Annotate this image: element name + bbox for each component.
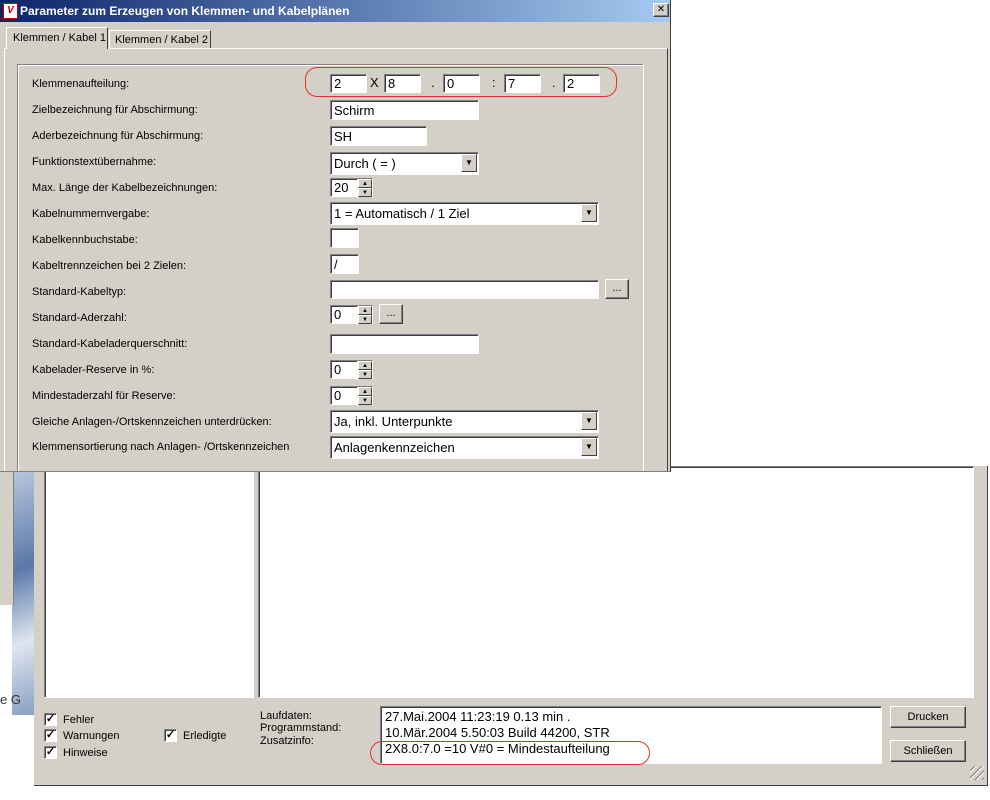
kabelnummernvergabe-value: 1 = Automatisch / 1 Ziel [334,206,470,221]
checkbox-hinweise-box[interactable]: ✓ [44,746,57,759]
mindestaderzahl-spinner[interactable]: 0 ▲ ▼ [330,386,373,406]
label-standard-aderzahl: Standard-Aderzahl: [32,312,127,324]
checkbox-fehler-label: Fehler [63,713,95,726]
label-kabeltrennzeichen: Kabeltrennzeichen bei 2 Zielen: [32,260,187,272]
standard-aderzahl-spinner[interactable]: 0 ▲ ▼ [330,305,373,325]
gleiche-anlagen-select[interactable]: Ja, inkl. Unterpunkte ▼ [330,410,599,433]
close-button[interactable]: Schließen [890,740,966,762]
label-kabelnummernvergabe: Kabelnummernvergabe: [32,208,150,220]
label-max-laenge: Max. Länge der Kabelbezeichnungen: [32,182,218,194]
kabelnummernvergabe-select[interactable]: 1 = Automatisch / 1 Ziel ▼ [330,202,599,225]
checkbox-warnungen-box[interactable]: ✓ [44,729,57,742]
checkbox-erledigte[interactable]: ✓ Erledigte [164,729,226,742]
tab-klemmen-kabel-2[interactable]: Klemmen / Kabel 2 [109,30,211,49]
log-message-list[interactable] [258,466,974,698]
max-laenge-value: 20 [334,180,349,195]
label-klemmenaufteilung: Klemmenaufteilung: [32,78,130,90]
laufdaten-label: Laufdaten: [260,710,312,722]
label-mindestaderzahl: Mindestaderzahl für Reserve: [32,390,176,402]
checkbox-erledigte-box[interactable]: ✓ [164,729,177,742]
chevron-down-icon[interactable]: ▼ [581,412,597,430]
checkbox-erledigte-label: Erledigte [183,729,227,742]
log-category-list[interactable] [44,466,254,698]
print-button[interactable]: Drucken [890,706,966,728]
checkbox-warnungen-label: Warnungen [63,729,120,742]
app-icon: V [3,3,18,19]
close-icon[interactable]: ✕ [653,3,669,17]
funktionstext-value: Durch ( = ) [334,156,396,171]
parameter-dialog: V Parameter zum Erzeugen von Klemmen- un… [0,0,671,472]
spinner-arrows-icon[interactable]: ▲ ▼ [357,387,372,406]
log-window: ✓ Fehler ✓ Warnungen ✓ Hinweise ✓ Erledi… [34,466,988,786]
programmstand-label: Programmstand: [260,722,342,734]
tab-klemmen-kabel-1-label: Klemmen / Kabel 1 [13,32,106,44]
info-line-laufdaten: 27.Mai.2004 11:23:19 0.13 min . [385,709,571,724]
background-partial-text: e G [0,692,21,707]
label-kabelkennbuchstabe: Kabelkennbuchstabe: [32,234,138,246]
standard-kabeltyp-input[interactable] [330,280,599,299]
checkbox-warnungen[interactable]: ✓ Warnungen [44,729,119,742]
max-laenge-spinner[interactable]: 20 ▲ ▼ [330,178,373,198]
mindestaderzahl-value: 0 [334,388,342,403]
kabeltyp-browse-button[interactable]: ... [605,279,629,299]
label-standard-kabeltyp: Standard-Kabeltyp: [32,286,127,298]
aderzahl-browse-button[interactable]: ... [379,304,403,324]
kabelkennbuchstabe-input[interactable] [330,228,359,248]
label-funktionstext: Funktionstextübernahme: [32,156,157,168]
zielbezeichnung-input[interactable]: Schirm [330,100,479,120]
chevron-down-icon[interactable]: ▼ [461,154,477,172]
klemmen-highlight [305,67,617,97]
funktionstext-select[interactable]: Durch ( = ) ▼ [330,152,479,175]
klemmensortierung-value: Anlagenkennzeichen [334,440,455,455]
zusatzinfo-highlight [370,741,650,765]
dialog-title-bar[interactable]: V Parameter zum Erzeugen von Klemmen- un… [0,0,670,22]
label-aderbezeichnung: Aderbezeichnung für Abschirmung: [32,130,204,142]
background-window-edge [0,470,14,605]
kabeltrennzeichen-input[interactable]: / [330,254,359,274]
label-kabeladerquerschnitt: Standard-Kabeladerquerschnitt: [32,338,188,350]
klemmensortierung-select[interactable]: Anlagenkennzeichen ▼ [330,436,599,459]
checkbox-hinweise-label: Hinweise [63,746,108,759]
label-gleiche-anlagen: Gleiche Anlagen-/Ortskennzeichen unterdr… [32,416,272,428]
spinner-arrows-icon[interactable]: ▲ ▼ [357,306,372,325]
spinner-arrows-icon[interactable]: ▲ ▼ [357,361,372,380]
kabelader-reserve-value: 0 [334,362,342,377]
gleiche-anlagen-value: Ja, inkl. Unterpunkte [334,414,453,429]
kabelader-reserve-spinner[interactable]: 0 ▲ ▼ [330,360,373,380]
tab-klemmen-kabel-1[interactable]: Klemmen / Kabel 1 [6,27,108,49]
checkbox-fehler-box[interactable]: ✓ [44,713,57,726]
label-klemmensortierung: Klemmensortierung nach Anlagen- /Ortsken… [32,441,290,453]
info-line-programmstand: 10.Mär.2004 5.50:03 Build 44200, STR [385,725,610,740]
dialog-title: Parameter zum Erzeugen von Klemmen- und … [20,4,350,18]
checkbox-fehler[interactable]: ✓ Fehler [44,713,94,726]
zusatzinfo-label: Zusatzinfo: [260,735,314,747]
checkbox-hinweise[interactable]: ✓ Hinweise [44,746,108,759]
standard-aderzahl-value: 0 [334,307,342,322]
chevron-down-icon[interactable]: ▼ [581,438,597,456]
label-zielbezeichnung: Zielbezeichnung für Abschirmung: [32,104,198,116]
chevron-down-icon[interactable]: ▼ [581,204,597,222]
tab-klemmen-kabel-2-label: Klemmen / Kabel 2 [115,34,208,46]
resize-grip-icon[interactable] [970,766,984,780]
aderbezeichnung-input[interactable]: SH [330,126,427,146]
background-decor [12,470,34,715]
label-kabelader-reserve: Kabelader-Reserve in %: [32,364,155,376]
kabeladerquerschnitt-input[interactable] [330,334,479,354]
spinner-arrows-icon[interactable]: ▲ ▼ [357,179,372,198]
